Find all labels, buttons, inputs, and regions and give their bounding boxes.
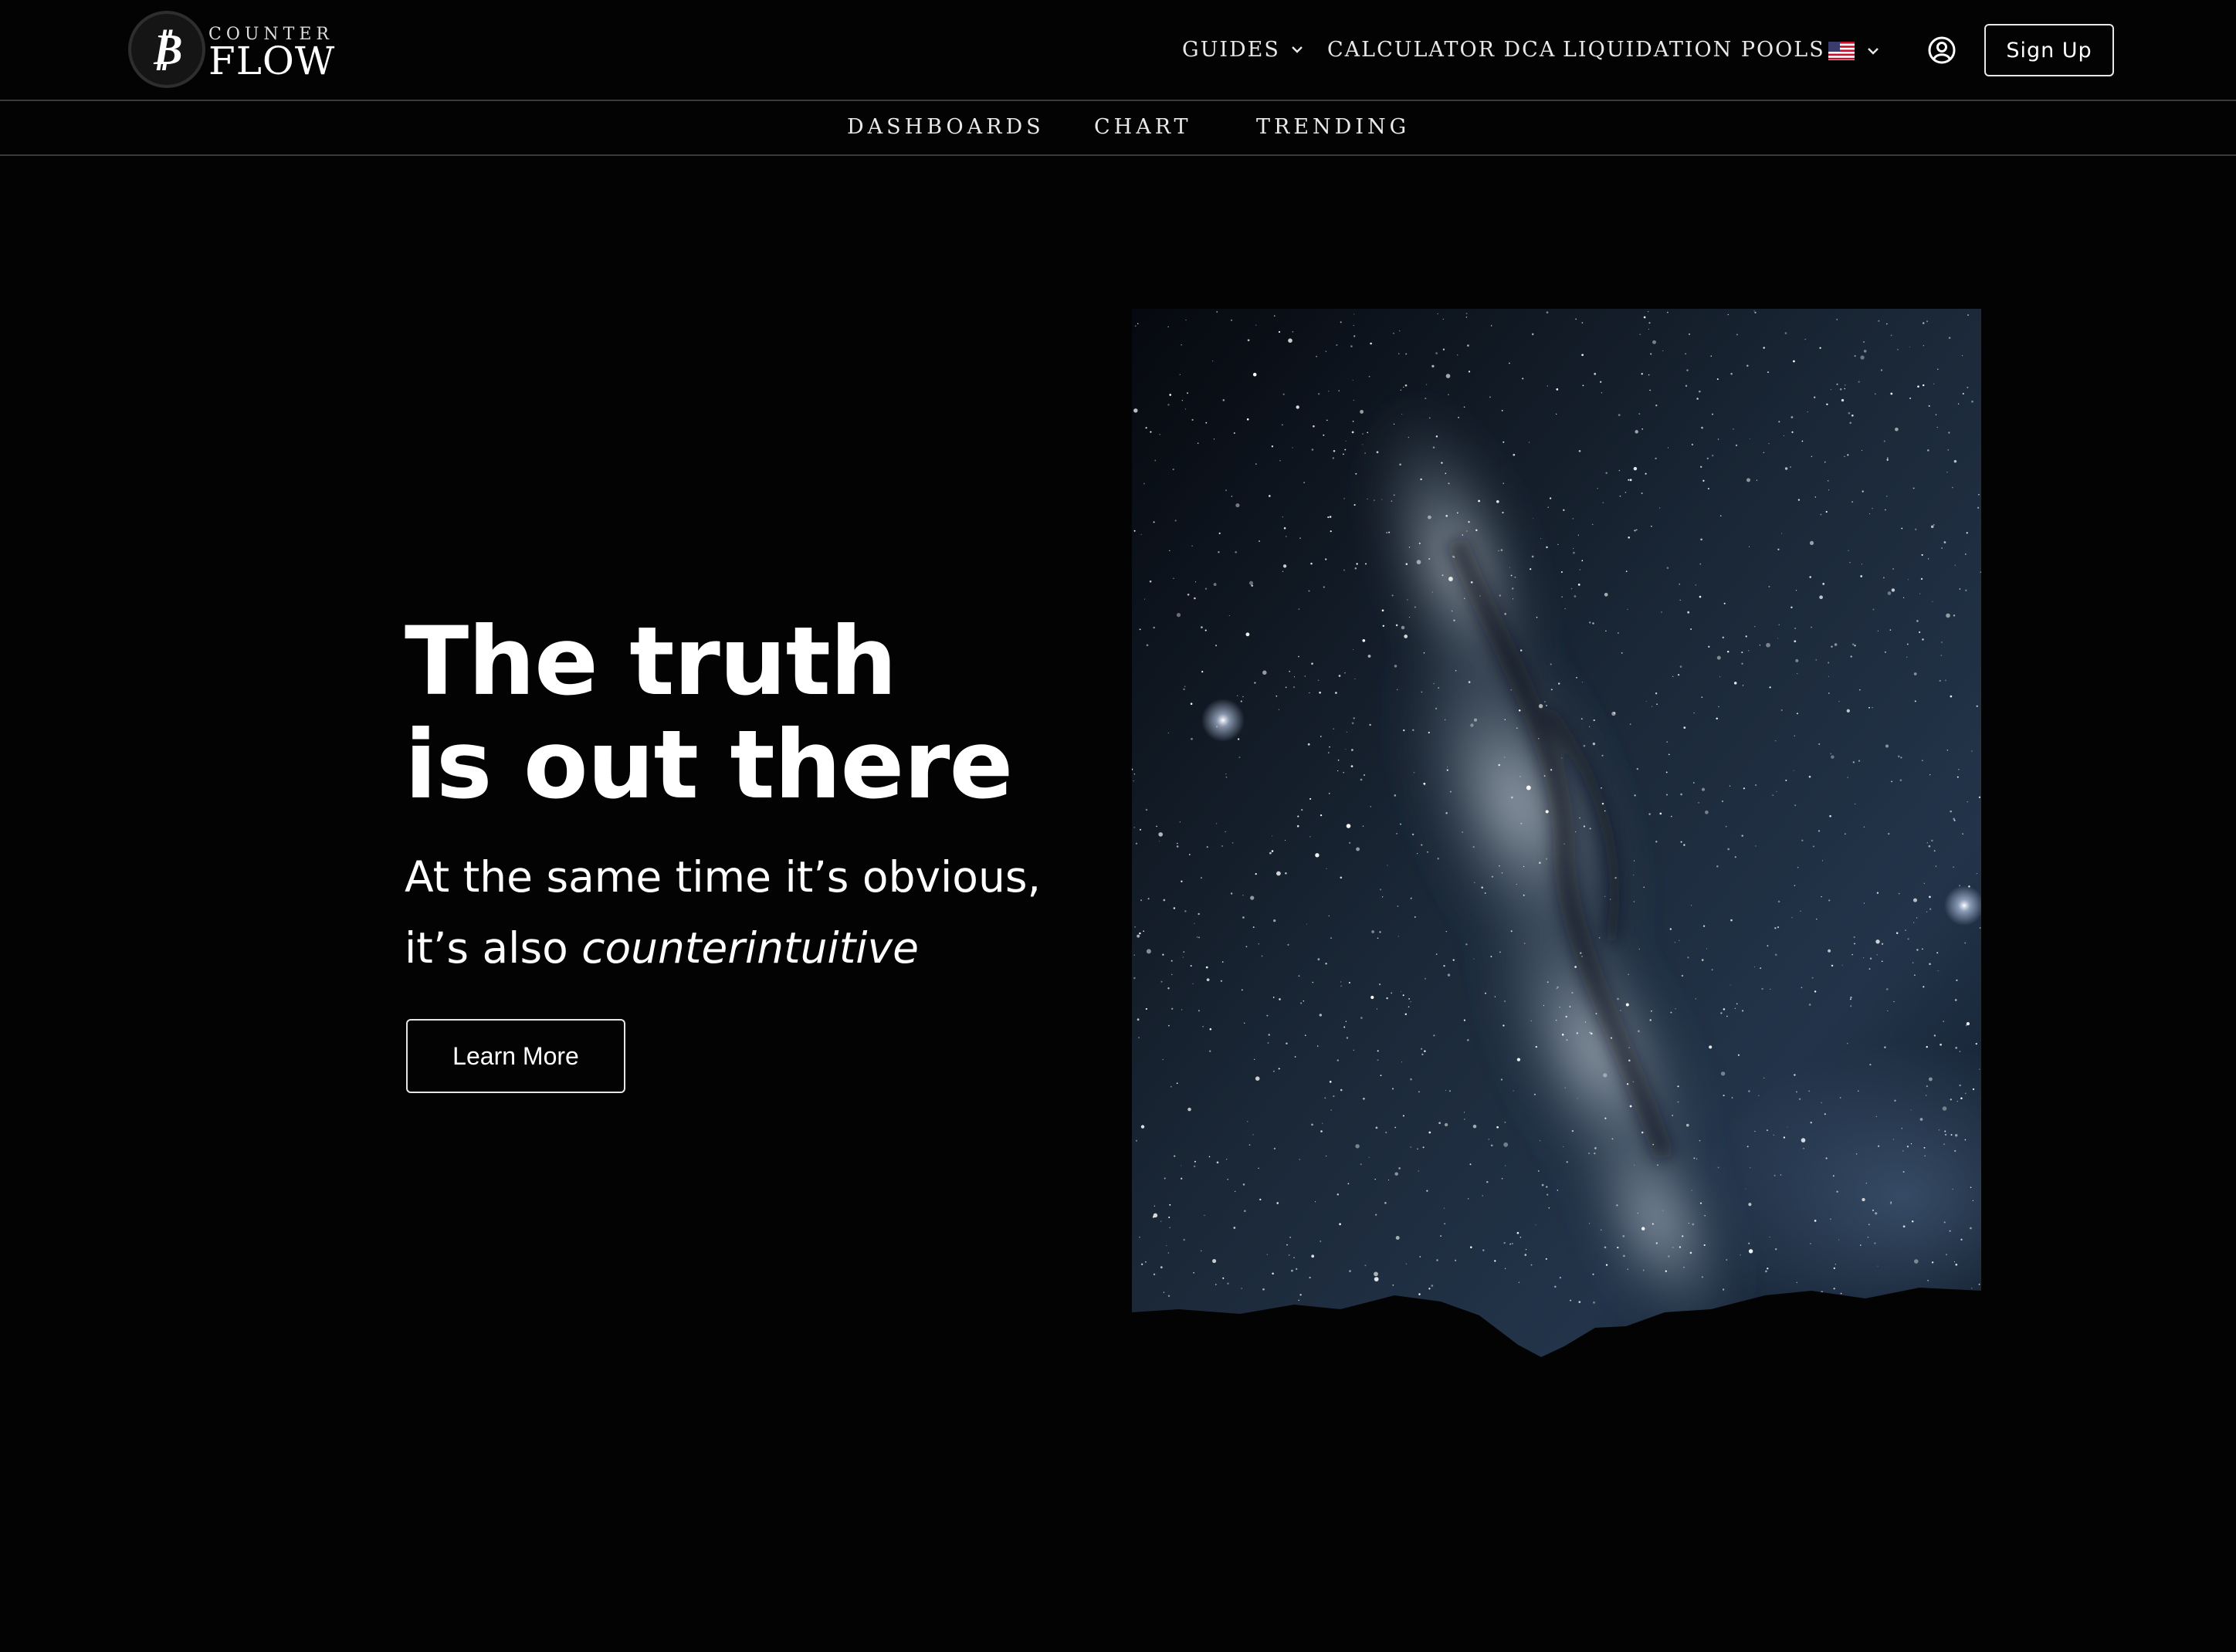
logo-coin-symbol: ₿ xyxy=(151,24,183,75)
nav-guides[interactable]: GUIDES xyxy=(1182,34,1305,65)
hero-title-line-1: The truth xyxy=(405,607,897,716)
learn-more-button[interactable]: Learn More xyxy=(406,1019,625,1093)
nav-liquidation-pools-label: LIQUIDATION POOLS xyxy=(1563,37,1825,62)
bitcoin-icon: ₿ xyxy=(128,11,205,88)
hero-subtitle-line-1: At the same time it’s obvious, xyxy=(405,852,1041,902)
top-header: ₿ COUNTER FLOW GUIDES CALCULATOR DCA LIQ… xyxy=(0,0,2236,101)
subnav-chart[interactable]: CHART xyxy=(1094,115,1192,139)
hero-subtitle: At the same time it’s obvious, it’s also… xyxy=(405,841,1099,983)
chevron-down-icon xyxy=(1289,42,1305,57)
milky-way-image xyxy=(1132,309,1981,1359)
hero-subtitle-line-2-prefix: it’s also xyxy=(405,923,582,973)
user-circle-icon[interactable] xyxy=(1927,36,1957,65)
site-logo[interactable]: ₿ COUNTER FLOW xyxy=(128,11,337,88)
chevron-down-icon xyxy=(1865,43,1881,59)
nav-calculator-dca[interactable]: CALCULATOR DCA xyxy=(1327,34,1556,65)
hero-title-line-2: is out there xyxy=(405,710,1013,820)
sub-navigation: DASHBOARDS CHART TRENDING xyxy=(0,103,2236,156)
us-flag-icon xyxy=(1828,42,1855,60)
hero-subtitle-emphasis: counterintuitive xyxy=(581,923,919,973)
logo-big-text: FLOW xyxy=(208,39,336,83)
sign-up-button[interactable]: Sign Up xyxy=(1984,24,2114,76)
subnav-dashboards[interactable]: DASHBOARDS xyxy=(847,115,1045,139)
language-selector[interactable] xyxy=(1828,39,1881,63)
nav-liquidation-pools[interactable]: LIQUIDATION POOLS xyxy=(1563,34,1825,65)
nav-guides-label: GUIDES xyxy=(1182,37,1280,62)
page: ₿ COUNTER FLOW GUIDES CALCULATOR DCA LIQ… xyxy=(0,0,2236,1652)
subnav-trending[interactable]: TRENDING xyxy=(1256,115,1410,139)
nav-calculator-dca-label: CALCULATOR DCA xyxy=(1327,37,1557,62)
hero-title: The truth is out there xyxy=(405,610,1099,817)
